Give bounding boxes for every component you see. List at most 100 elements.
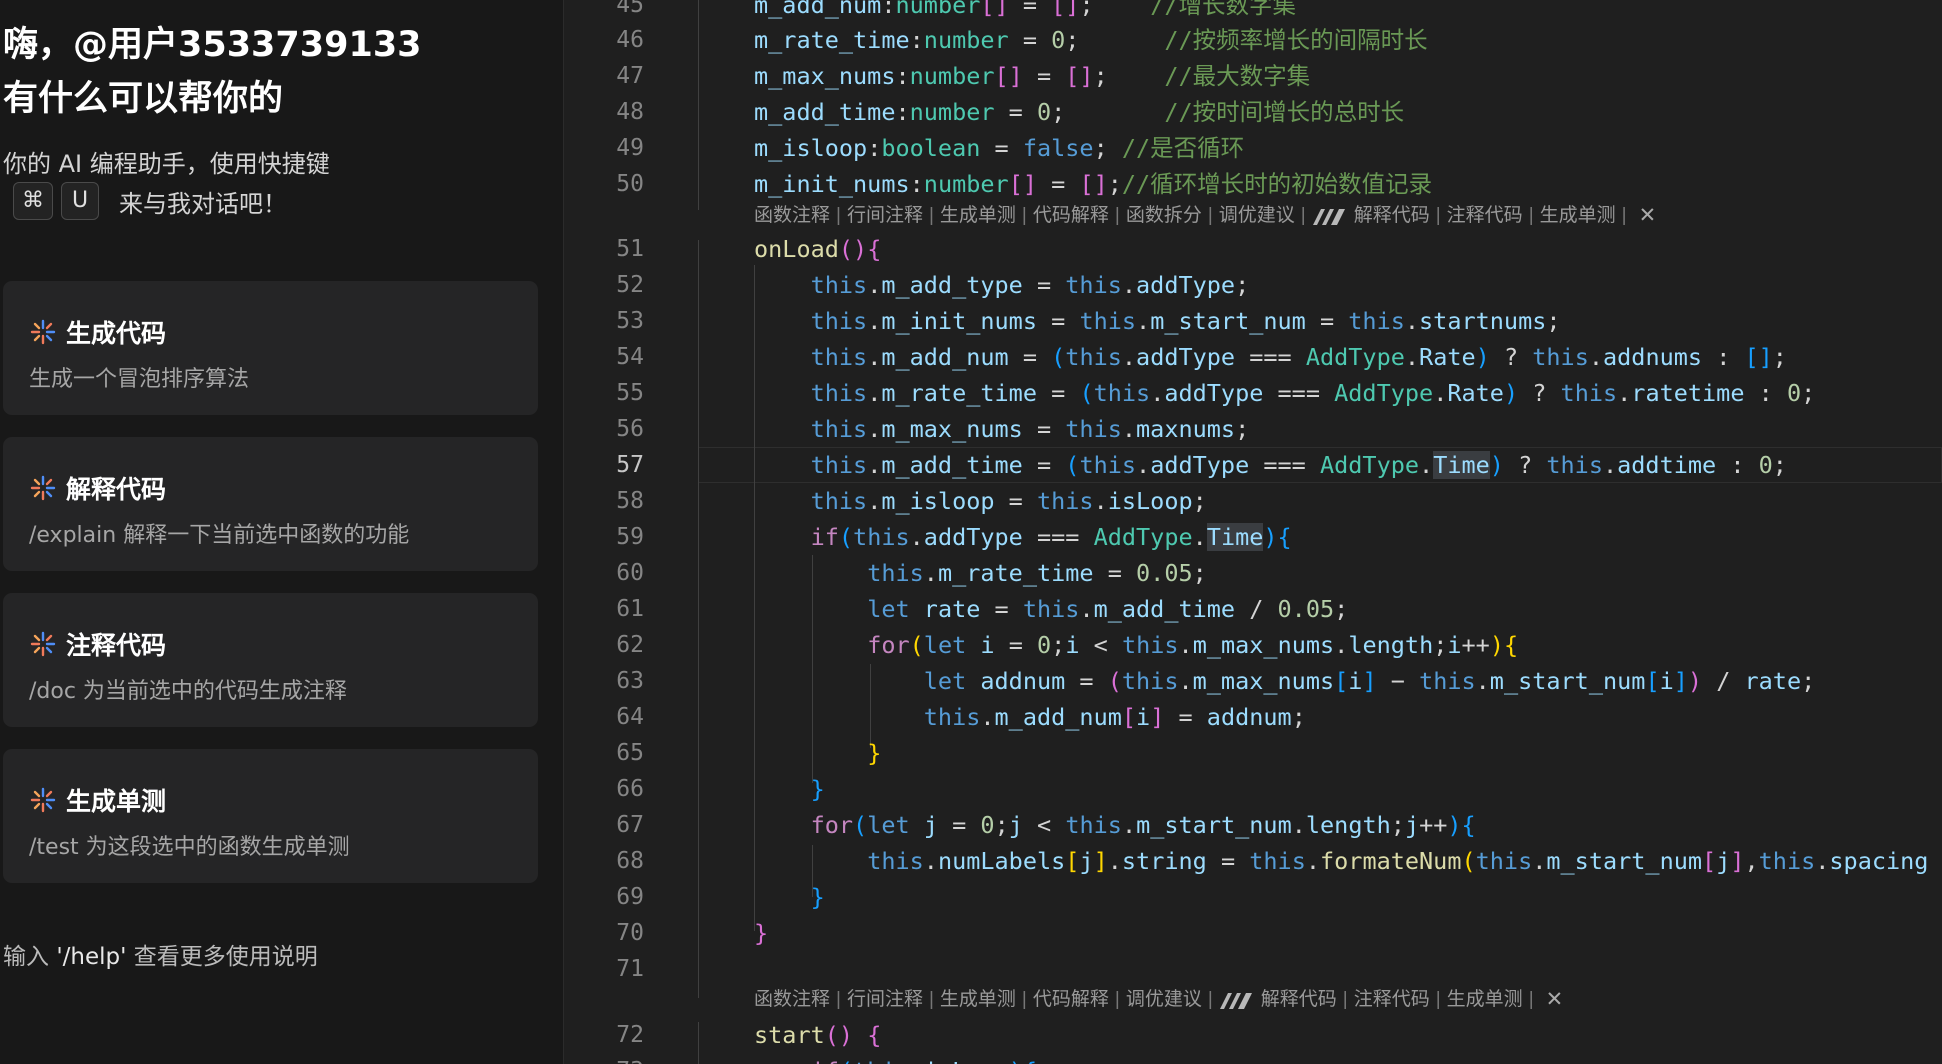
code-line[interactable]: 66 } [564, 771, 1942, 807]
code-line[interactable]: 63 let addnum = (this.m_max_nums[i] − th… [564, 663, 1942, 699]
line-number: 46 [616, 27, 644, 53]
line-number: 59 [616, 524, 644, 550]
card-desc: /doc 为当前选中的代码生成注释 [29, 679, 347, 704]
card-generate-test[interactable]: 生成单测 /test 为这段选中的函数生成单测 [3, 749, 538, 883]
line-number: 73 [564, 1053, 644, 1064]
code-line[interactable]: 54 this.m_add_num = (this.addType === Ad… [564, 339, 1942, 375]
line-number: 60 [616, 560, 644, 586]
code-line[interactable]: 65 } [564, 735, 1942, 771]
code-line[interactable]: 68 this.numLabels[j].string = this.forma… [564, 843, 1942, 879]
line-number: 57 [616, 452, 644, 478]
line-number: 72 [616, 1022, 644, 1048]
line-number: 62 [616, 632, 644, 658]
close-icon[interactable]: ✕ [1546, 985, 1564, 1015]
code-line[interactable]: 71 [564, 951, 1942, 987]
code-line[interactable]: 52 this.m_add_type = this.addType; [564, 267, 1942, 303]
greeting-subtitle: 有什么可以帮你的 [3, 79, 284, 119]
code-line[interactable]: 60 this.m_rate_time = 0.05; [564, 555, 1942, 591]
code-line[interactable]: 48 m_add_time:number = 0; //按时间增长的总时长 [564, 94, 1942, 130]
lens-function-comment[interactable]: 函数注释 [754, 985, 830, 1015]
line-number: 65 [616, 740, 644, 766]
card-desc: /explain 解释一下当前选中函数的功能 [29, 523, 410, 548]
lens-generate-test[interactable]: 生成单测 [940, 201, 1016, 231]
lens-explain[interactable]: 代码解释 [1033, 201, 1109, 231]
code-line[interactable]: 55 this.m_rate_time = (this.addType === … [564, 375, 1942, 411]
lens-gen-test[interactable]: 生成单测 [1447, 985, 1523, 1015]
line-number: 66 [616, 776, 644, 802]
lens-gen-test[interactable]: 生成单测 [1540, 201, 1616, 231]
lens-explain-code[interactable]: 解释代码 [1354, 201, 1430, 231]
line-number: 70 [616, 920, 644, 946]
code-line[interactable]: 51 onLoad(){ [564, 231, 1942, 267]
lens-function-comment[interactable]: 函数注释 [754, 201, 830, 231]
code-line[interactable]: 61 let rate = this.m_add_time / 0.05; [564, 591, 1942, 627]
greeting-title: 嗨，@用户3533739133 [3, 25, 422, 65]
card-title: 生成单测 [66, 787, 167, 816]
code-line[interactable]: 70 } [564, 915, 1942, 951]
lens-comment-code[interactable]: 注释代码 [1447, 201, 1523, 231]
line-number: 64 [616, 704, 644, 730]
code-line[interactable]: 62 for(let i = 0;i < this.m_max_nums.len… [564, 627, 1942, 663]
u-key-badge: U [61, 182, 99, 220]
card-explain-code[interactable]: 解释代码 /explain 解释一下当前选中函数的功能 [3, 437, 538, 571]
lens-optimize[interactable]: 调优建议 [1126, 985, 1202, 1015]
line-number: 58 [616, 488, 644, 514]
lens-generate-test[interactable]: 生成单测 [940, 985, 1016, 1015]
code-line-active[interactable]: 57 this.m_add_time = (this.addType === A… [564, 447, 1942, 483]
code-line[interactable]: 64 this.m_add_num[i] = addnum; [564, 699, 1942, 735]
sparkle-icon [30, 475, 56, 501]
intro-suffix: 来与我对话吧！ [119, 189, 287, 218]
card-generate-code[interactable]: 生成代码 生成一个冒泡排序算法 [3, 281, 538, 415]
marscode-logo-icon [1312, 209, 1345, 225]
intro-text: 你的 AI 编程助手，使用快捷键 [3, 150, 330, 178]
code-line[interactable]: 56 this.m_max_nums = this.maxnums; [564, 411, 1942, 447]
code-line[interactable]: 47 m_max_nums:number[] = []; //最大数字集 [564, 58, 1942, 94]
code-line[interactable]: 45 m_add_num:number[] = []; //增长数字集 [564, 0, 1942, 23]
sparkle-icon [30, 631, 56, 657]
lens-optimize[interactable]: 调优建议 [1219, 201, 1295, 231]
line-number: 61 [616, 596, 644, 622]
ai-assistant-panel: 嗨，@用户3533739133 有什么可以帮你的 你的 AI 编程助手，使用快捷… [0, 0, 563, 1064]
line-number: 56 [616, 416, 644, 442]
line-number: 49 [616, 135, 644, 161]
code-line[interactable]: 53 this.m_init_nums = this.m_start_num =… [564, 303, 1942, 339]
code-line[interactable]: 72 start() { [564, 1017, 1942, 1053]
line-number: 51 [616, 236, 644, 262]
lens-comment-code[interactable]: 注释代码 [1354, 985, 1430, 1015]
line-number: 55 [616, 380, 644, 406]
code-line[interactable]: 46 m_rate_time:number = 0; //按频率增长的间隔时长 [564, 22, 1942, 58]
code-lens-bar: 函数注释 | 行间注释 | 生成单测 | 代码解释 | 函数拆分 | 调优建议 | 解释代码… [754, 201, 1656, 231]
code-line[interactable]: 58 this.m_isloop = this.isLoop; [564, 483, 1942, 519]
code-line[interactable]: 59 if(this.addType === AddType.Time){ [564, 519, 1942, 555]
line-number: 54 [616, 344, 644, 370]
marscode-logo-icon [1219, 993, 1252, 1009]
code-line[interactable]: 73 if(this.isLoop){ [564, 1053, 1942, 1064]
line-number: 52 [616, 272, 644, 298]
line-number: 71 [616, 956, 644, 982]
sparkle-icon [30, 319, 56, 345]
code-line[interactable]: 49 m_isloop:boolean = false; //是否循环 [564, 130, 1942, 166]
line-number: 67 [616, 812, 644, 838]
lens-line-comment[interactable]: 行间注释 [847, 201, 923, 231]
card-title: 解释代码 [66, 475, 167, 504]
lens-split-function[interactable]: 函数拆分 [1126, 201, 1202, 231]
code-line[interactable]: 50 m_init_nums:number[] = [];//循环增长时的初始数… [564, 166, 1942, 202]
line-number: 69 [616, 884, 644, 910]
sparkle-icon [30, 787, 56, 813]
code-editor[interactable]: 45 m_add_num:number[] = []; //增长数字集 46 m… [564, 0, 1942, 1064]
line-number: 50 [616, 171, 644, 197]
lens-explain[interactable]: 代码解释 [1033, 985, 1109, 1015]
lens-explain-code[interactable]: 解释代码 [1261, 985, 1337, 1015]
card-desc: 生成一个冒泡排序算法 [29, 367, 250, 392]
code-line[interactable]: 69 } [564, 879, 1942, 915]
card-title: 注释代码 [66, 631, 167, 660]
line-number: 47 [616, 63, 644, 89]
lens-line-comment[interactable]: 行间注释 [847, 985, 923, 1015]
code-line[interactable]: 67 for(let j = 0;j < this.m_start_num.le… [564, 807, 1942, 843]
code-lens-bar: 函数注释 | 行间注释 | 生成单测 | 代码解释 | 调优建议 | 解释代码 | 注释代码… [754, 985, 1563, 1015]
line-number: 48 [616, 99, 644, 125]
help-hint: 输入 '/help' 查看更多使用说明 [3, 944, 318, 970]
card-comment-code[interactable]: 注释代码 /doc 为当前选中的代码生成注释 [3, 593, 538, 727]
close-icon[interactable]: ✕ [1639, 201, 1657, 231]
shortcut-hint: ⌘ U 来与我对话吧！ [3, 182, 287, 220]
